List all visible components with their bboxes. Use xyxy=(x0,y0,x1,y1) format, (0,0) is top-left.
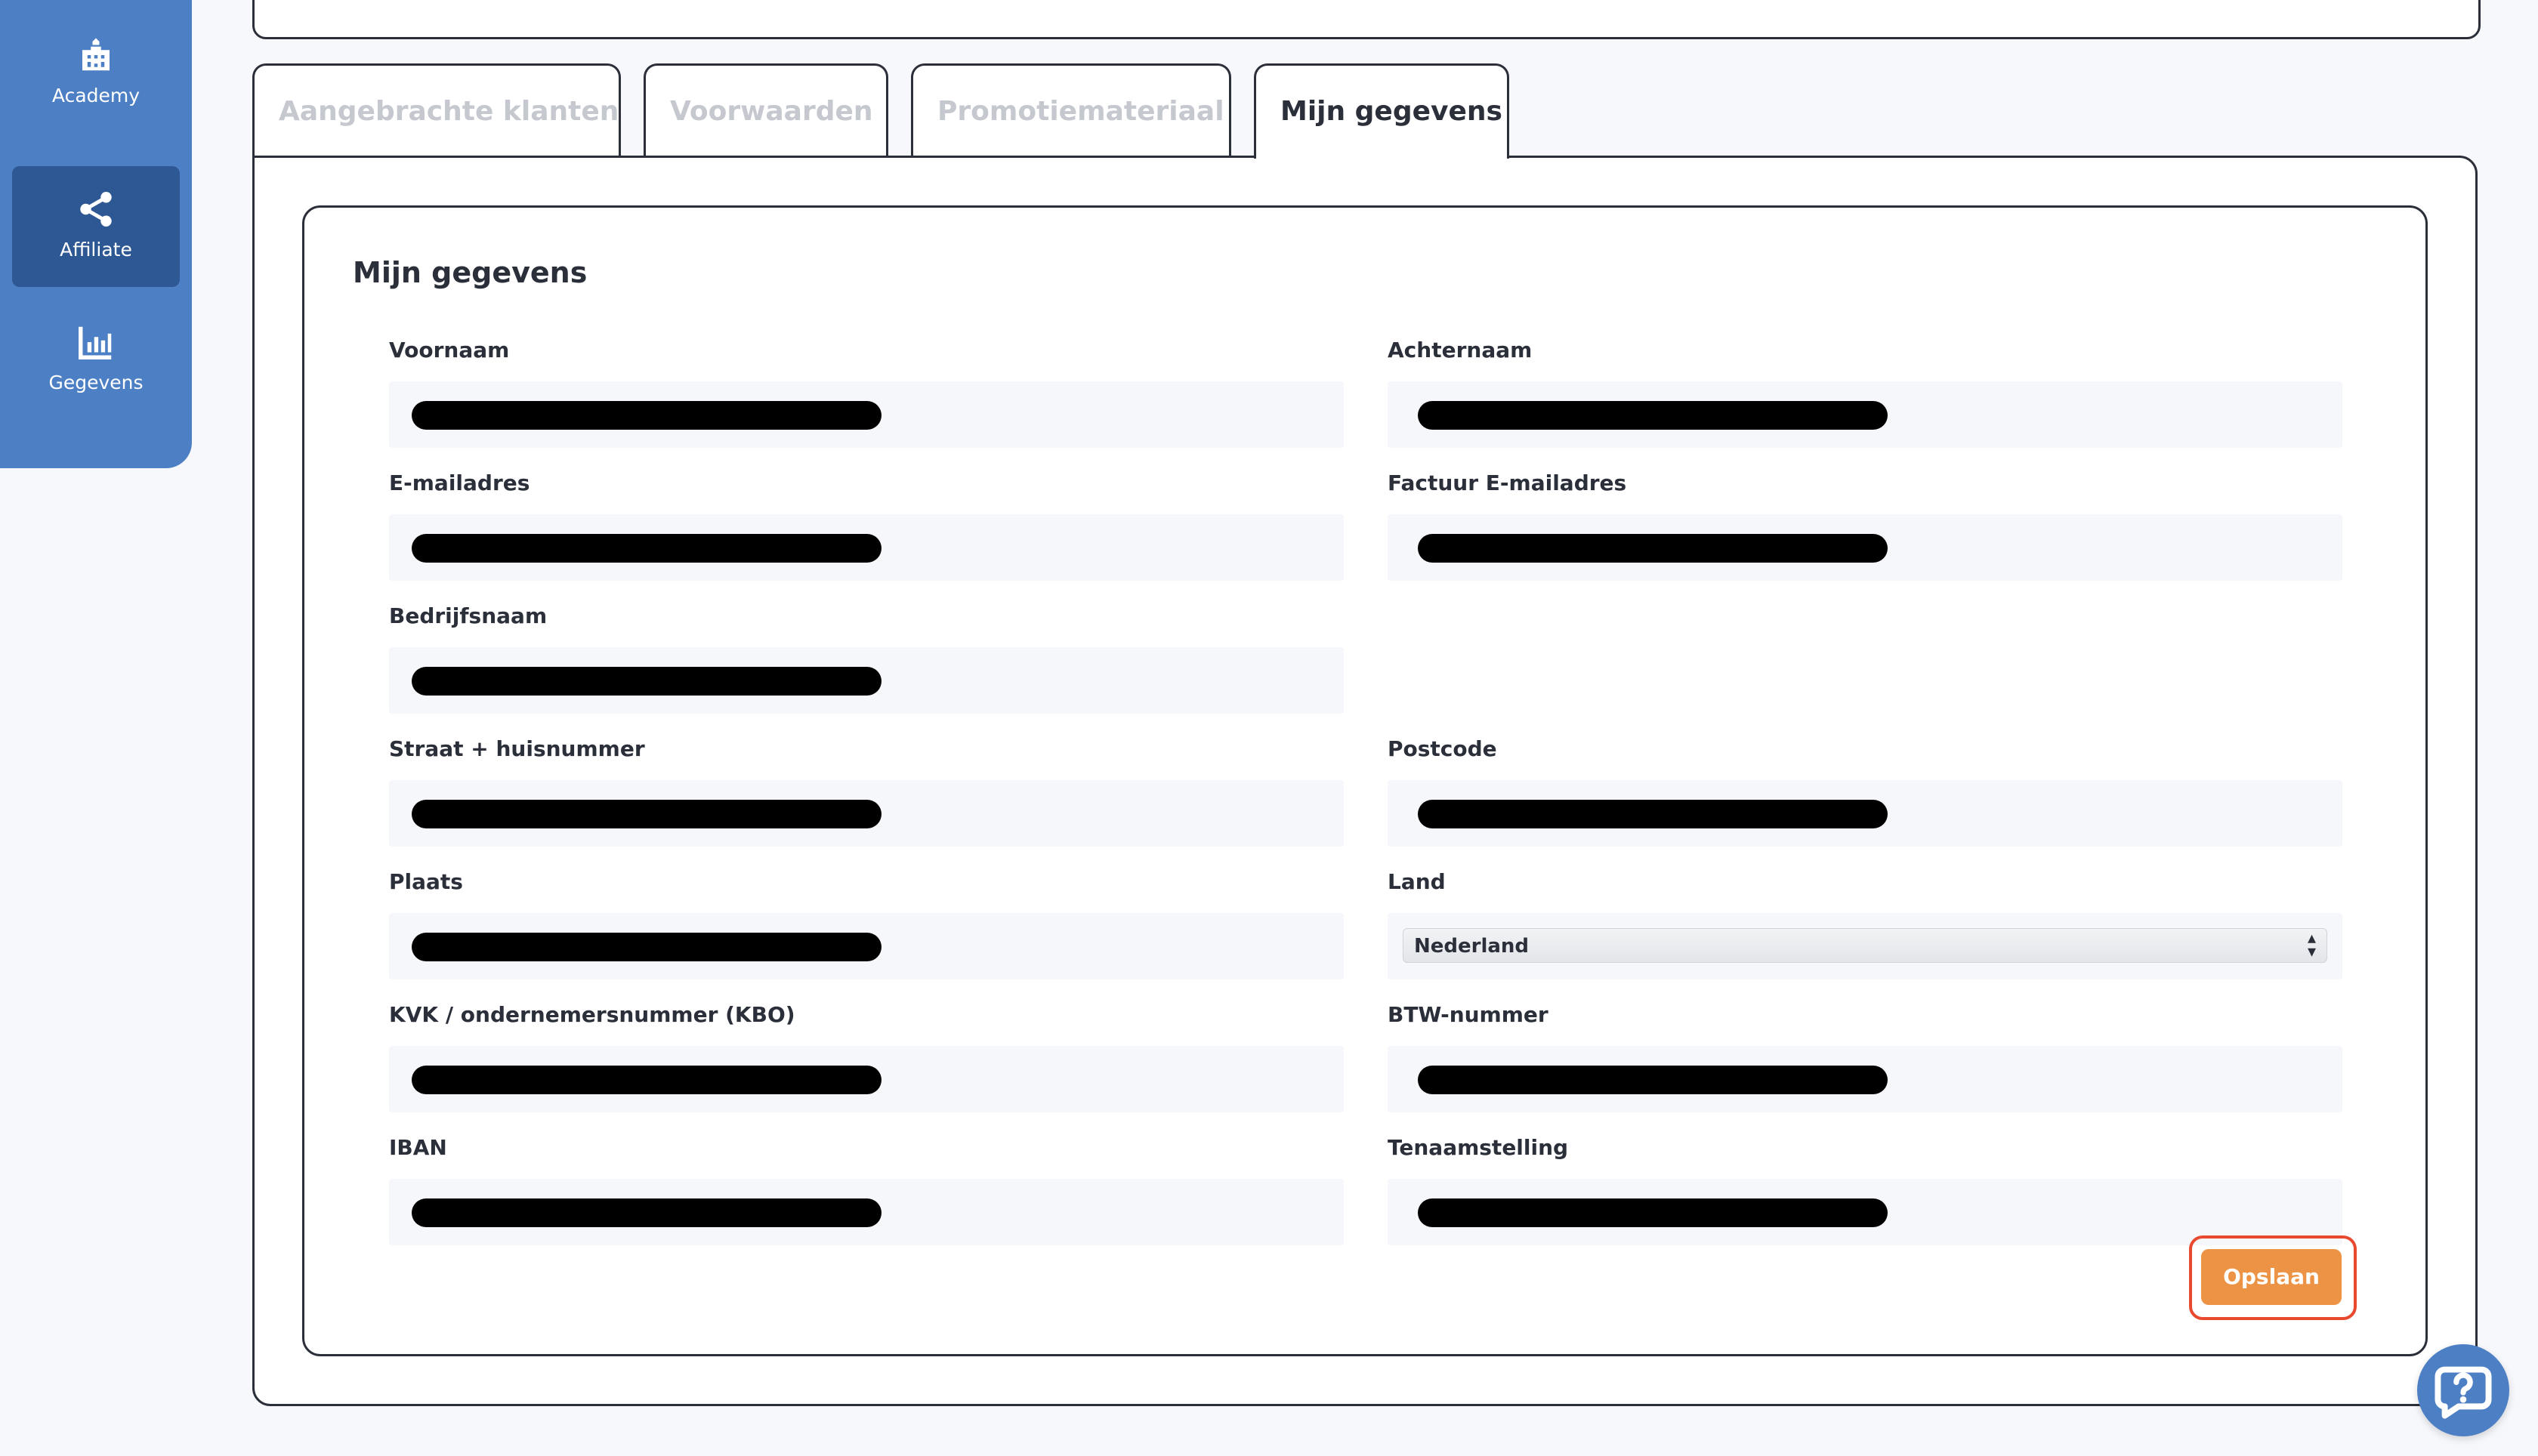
share-icon xyxy=(80,192,112,227)
sidebar-item-label: Academy xyxy=(51,85,140,106)
redacted-value xyxy=(1418,534,1888,563)
academy-building-icon xyxy=(82,38,110,71)
sidebar-item-academy[interactable]: Academy xyxy=(12,12,180,133)
save-button[interactable]: Opslaan xyxy=(2201,1249,2342,1305)
redacted-value xyxy=(1418,1198,1888,1227)
factuur-email-label: Factuur E-mailadres xyxy=(1388,470,1627,495)
bedrijfsnaam-label: Bedrijfsnaam xyxy=(389,603,548,628)
postcode-label: Postcode xyxy=(1388,736,1497,761)
sidebar: Academy Affiliate Gegevens xyxy=(0,0,192,468)
land-select[interactable]: Nederland ▴ ▾ xyxy=(1403,928,2327,963)
land-label: Land xyxy=(1388,869,1446,894)
redacted-value xyxy=(1418,800,1888,828)
tenaamstelling-label: Tenaamstelling xyxy=(1388,1135,1569,1160)
kvk-input[interactable] xyxy=(389,1046,1344,1112)
sidebar-item-label: Affiliate xyxy=(60,239,132,261)
redacted-value xyxy=(412,800,882,828)
bedrijfsnaam-input[interactable] xyxy=(389,647,1344,714)
redacted-value xyxy=(1418,1066,1888,1094)
select-arrows-icon: ▴ ▾ xyxy=(2307,929,2316,961)
redacted-value xyxy=(412,667,882,696)
straat-label: Straat + huisnummer xyxy=(389,736,645,761)
voornaam-input[interactable] xyxy=(389,381,1344,448)
iban-label: IBAN xyxy=(389,1135,447,1160)
chat-help-button[interactable] xyxy=(2417,1344,2509,1436)
email-input[interactable] xyxy=(389,514,1344,581)
plaats-input[interactable] xyxy=(389,913,1344,979)
tab-mijn-gegevens[interactable]: Mijn gegevens xyxy=(1254,63,1509,161)
factuur-email-input[interactable] xyxy=(1388,514,2342,581)
kvk-label: KVK / ondernemersnummer (KBO) xyxy=(389,1002,795,1027)
straat-input[interactable] xyxy=(389,780,1344,847)
redacted-value xyxy=(412,534,882,563)
achternaam-label: Achternaam xyxy=(1388,338,1533,362)
achternaam-input[interactable] xyxy=(1388,381,2342,448)
save-button-highlight: Opslaan xyxy=(2189,1235,2357,1320)
btw-input[interactable] xyxy=(1388,1046,2342,1112)
redacted-value xyxy=(412,401,882,430)
plaats-label: Plaats xyxy=(389,869,463,894)
postcode-input[interactable] xyxy=(1388,780,2342,847)
land-field: Nederland ▴ ▾ xyxy=(1388,913,2342,979)
sidebar-item-affiliate[interactable]: Affiliate xyxy=(12,166,180,287)
land-selected-value: Nederland xyxy=(1414,935,1530,958)
sidebar-item-gegevens[interactable]: Gegevens xyxy=(12,299,180,420)
bar-chart-icon xyxy=(79,326,112,359)
sidebar-item-label: Gegevens xyxy=(48,372,144,393)
form-title: Mijn gegevens xyxy=(353,256,588,289)
redacted-value xyxy=(412,1198,882,1227)
redacted-value xyxy=(412,933,882,961)
tab-aangebrachte-klanten[interactable]: Aangebrachte klanten xyxy=(252,63,621,156)
profile-form-card: Mijn gegevens Voornaam Achternaam E-mail… xyxy=(302,205,2428,1356)
redacted-value xyxy=(412,1066,882,1094)
btw-label: BTW-nummer xyxy=(1388,1002,1548,1027)
chat-help-icon xyxy=(2435,1366,2492,1419)
tab-promotiemateriaal[interactable]: Promotiemateriaal xyxy=(911,63,1231,156)
voornaam-label: Voornaam xyxy=(389,338,510,362)
tab-voorwaarden[interactable]: Voorwaarden xyxy=(644,63,888,156)
redacted-value xyxy=(1418,401,1888,430)
iban-input[interactable] xyxy=(389,1179,1344,1245)
email-label: E-mailadres xyxy=(389,470,530,495)
top-card xyxy=(252,0,2481,39)
